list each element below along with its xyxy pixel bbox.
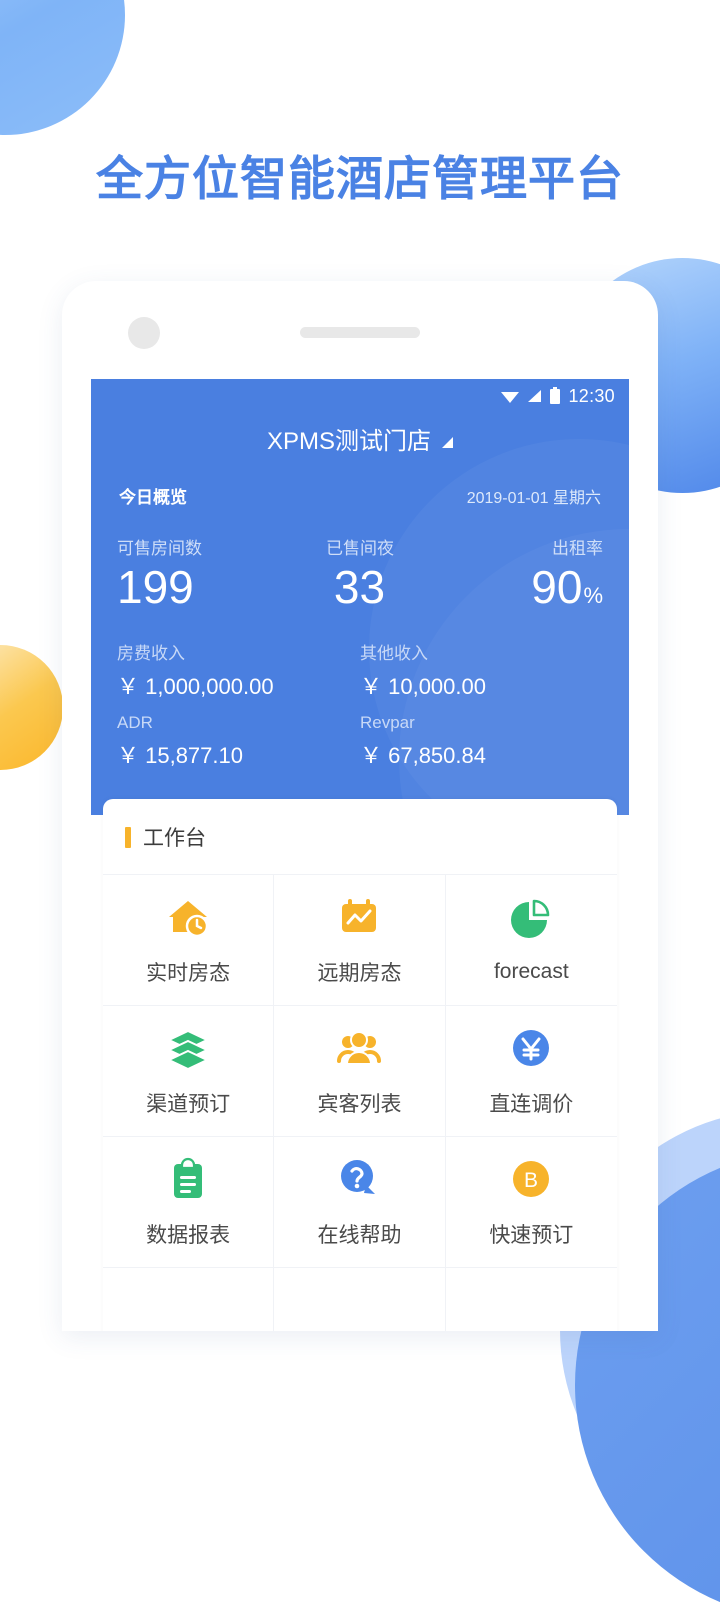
revenue-value: ￥ 67,850.84 [360, 743, 486, 769]
app-header: 12:30 XPMS测试门店 今日概览 2019-01-01 星期六 可售房间数… [91, 379, 629, 815]
workbench-card: 工作台 实时房态 远期房态 forecast 渠道预订 宾客列表 直连调价 数据… [103, 799, 617, 1331]
revenue-value: ￥ 1,000,000.00 [117, 674, 274, 700]
workbench-item-label: 快速预订 [489, 1224, 574, 1247]
workbench-item-row4-b[interactable] [274, 1268, 446, 1331]
workbench-item-row4-c[interactable] [445, 1268, 617, 1331]
house-clock-icon [164, 893, 212, 941]
accent-bar [125, 826, 131, 848]
overview-date: 2019-01-01 星期六 [466, 490, 601, 507]
workbench-item-data-report[interactable]: 数据报表 [103, 1137, 275, 1268]
phone-camera-icon [128, 317, 160, 349]
phone-bezel [62, 281, 658, 379]
revenue-label: ADR [117, 713, 153, 733]
kpi-available-rooms: 可售房间数 199 [117, 534, 279, 611]
revenue-room-income: 房费收入 ￥ 1,000,000.00 [117, 639, 360, 709]
workbench-item-realtime-rooms[interactable]: 实时房态 [103, 875, 275, 1006]
kpi-sold-nights: 已售间夜 33 [279, 534, 441, 611]
battery-icon [549, 387, 561, 405]
workbench-item-label: forecast [493, 960, 569, 983]
workbench-item-label: 在线帮助 [317, 1224, 402, 1247]
workbench-header: 工作台 [103, 799, 617, 874]
phone-speaker-grill [300, 327, 420, 338]
kpi-row: 可售房间数 199 已售间夜 33 出租率 90% [91, 508, 629, 611]
workbench-item-forecast[interactable]: forecast [445, 875, 617, 1006]
people-icon [335, 1024, 383, 1072]
help-bubble-icon [335, 1155, 383, 1203]
store-name-label: XPMS测试门店 [266, 428, 431, 455]
kpi-unit: % [583, 583, 603, 608]
revenue-label: Revpar [360, 713, 415, 733]
workbench-item-label: 数据报表 [146, 1224, 231, 1247]
workbench-grid: 实时房态 远期房态 forecast 渠道预订 宾客列表 直连调价 数据报表 在… [103, 874, 617, 1331]
overview-row: 今日概览 2019-01-01 星期六 [91, 456, 629, 508]
decorative-circle-left-orange [0, 645, 63, 770]
revenue-value: ￥ 15,877.10 [117, 743, 243, 769]
workbench-item-channel-booking[interactable]: 渠道预订 [103, 1006, 275, 1137]
revenue-revpar: Revpar ￥ 67,850.84 [360, 713, 603, 778]
clipboard-icon [164, 1155, 212, 1203]
workbench-item-future-rooms[interactable]: 远期房态 [274, 875, 446, 1006]
workbench-item-guest-list[interactable]: 宾客列表 [274, 1006, 446, 1137]
calendar-chart-icon [335, 893, 383, 941]
wifi-icon [500, 388, 520, 404]
status-bar-time: 12:30 [568, 385, 615, 406]
revenue-grid: 房费收入 ￥ 1,000,000.00 其他收入 ￥ 10,000.00 ADR… [91, 611, 629, 778]
kpi-value: 199 [117, 563, 279, 611]
kpi-label: 出租率 [552, 539, 603, 558]
workbench-item-label: 远期房态 [317, 962, 402, 985]
workbench-item-row4-a[interactable] [103, 1268, 275, 1331]
pie-chart-icon [507, 896, 555, 944]
kpi-label: 已售间夜 [326, 539, 394, 558]
revenue-other-income: 其他收入 ￥ 10,000.00 [360, 639, 603, 709]
kpi-value: 90% [441, 563, 603, 611]
kpi-number: 199 [117, 561, 194, 613]
caret-down-icon [442, 436, 453, 448]
workbench-title: 工作台 [143, 827, 206, 850]
kpi-value: 33 [279, 563, 441, 611]
workbench-item-quick-booking[interactable]: B 快速预订 [445, 1137, 617, 1268]
store-selector[interactable]: XPMS测试门店 [91, 421, 629, 456]
svg-text:B: B [524, 1169, 538, 1192]
b-circle-icon: B [507, 1155, 555, 1203]
page-title: 全方位智能酒店管理平台 [96, 152, 624, 205]
revenue-adr: ADR ￥ 15,877.10 [117, 713, 360, 778]
yuan-circle-icon [507, 1024, 555, 1072]
revenue-label: 房费收入 [117, 644, 185, 664]
kpi-label: 可售房间数 [117, 539, 202, 558]
workbench-item-label: 宾客列表 [317, 1093, 402, 1116]
status-bar: 12:30 [91, 379, 629, 413]
signal-icon [526, 388, 543, 404]
layers-icon [164, 1024, 212, 1072]
workbench-item-label: 渠道预订 [146, 1093, 231, 1116]
workbench-item-label: 直连调价 [489, 1093, 574, 1116]
revenue-value: ￥ 10,000.00 [360, 674, 486, 700]
decorative-circle-top-left [0, 0, 125, 135]
workbench-item-online-help[interactable]: 在线帮助 [274, 1137, 446, 1268]
kpi-number: 33 [333, 561, 386, 613]
phone-screen: 12:30 XPMS测试门店 今日概览 2019-01-01 星期六 可售房间数… [91, 379, 629, 1331]
overview-label: 今日概览 [119, 488, 187, 507]
revenue-label: 其他收入 [360, 644, 428, 664]
phone-mockup: 12:30 XPMS测试门店 今日概览 2019-01-01 星期六 可售房间数… [62, 281, 658, 1331]
workbench-item-direct-pricing[interactable]: 直连调价 [445, 1006, 617, 1137]
workbench-item-label: 实时房态 [146, 962, 231, 985]
kpi-occupancy-rate: 出租率 90% [441, 534, 603, 611]
kpi-number: 90 [531, 561, 583, 613]
